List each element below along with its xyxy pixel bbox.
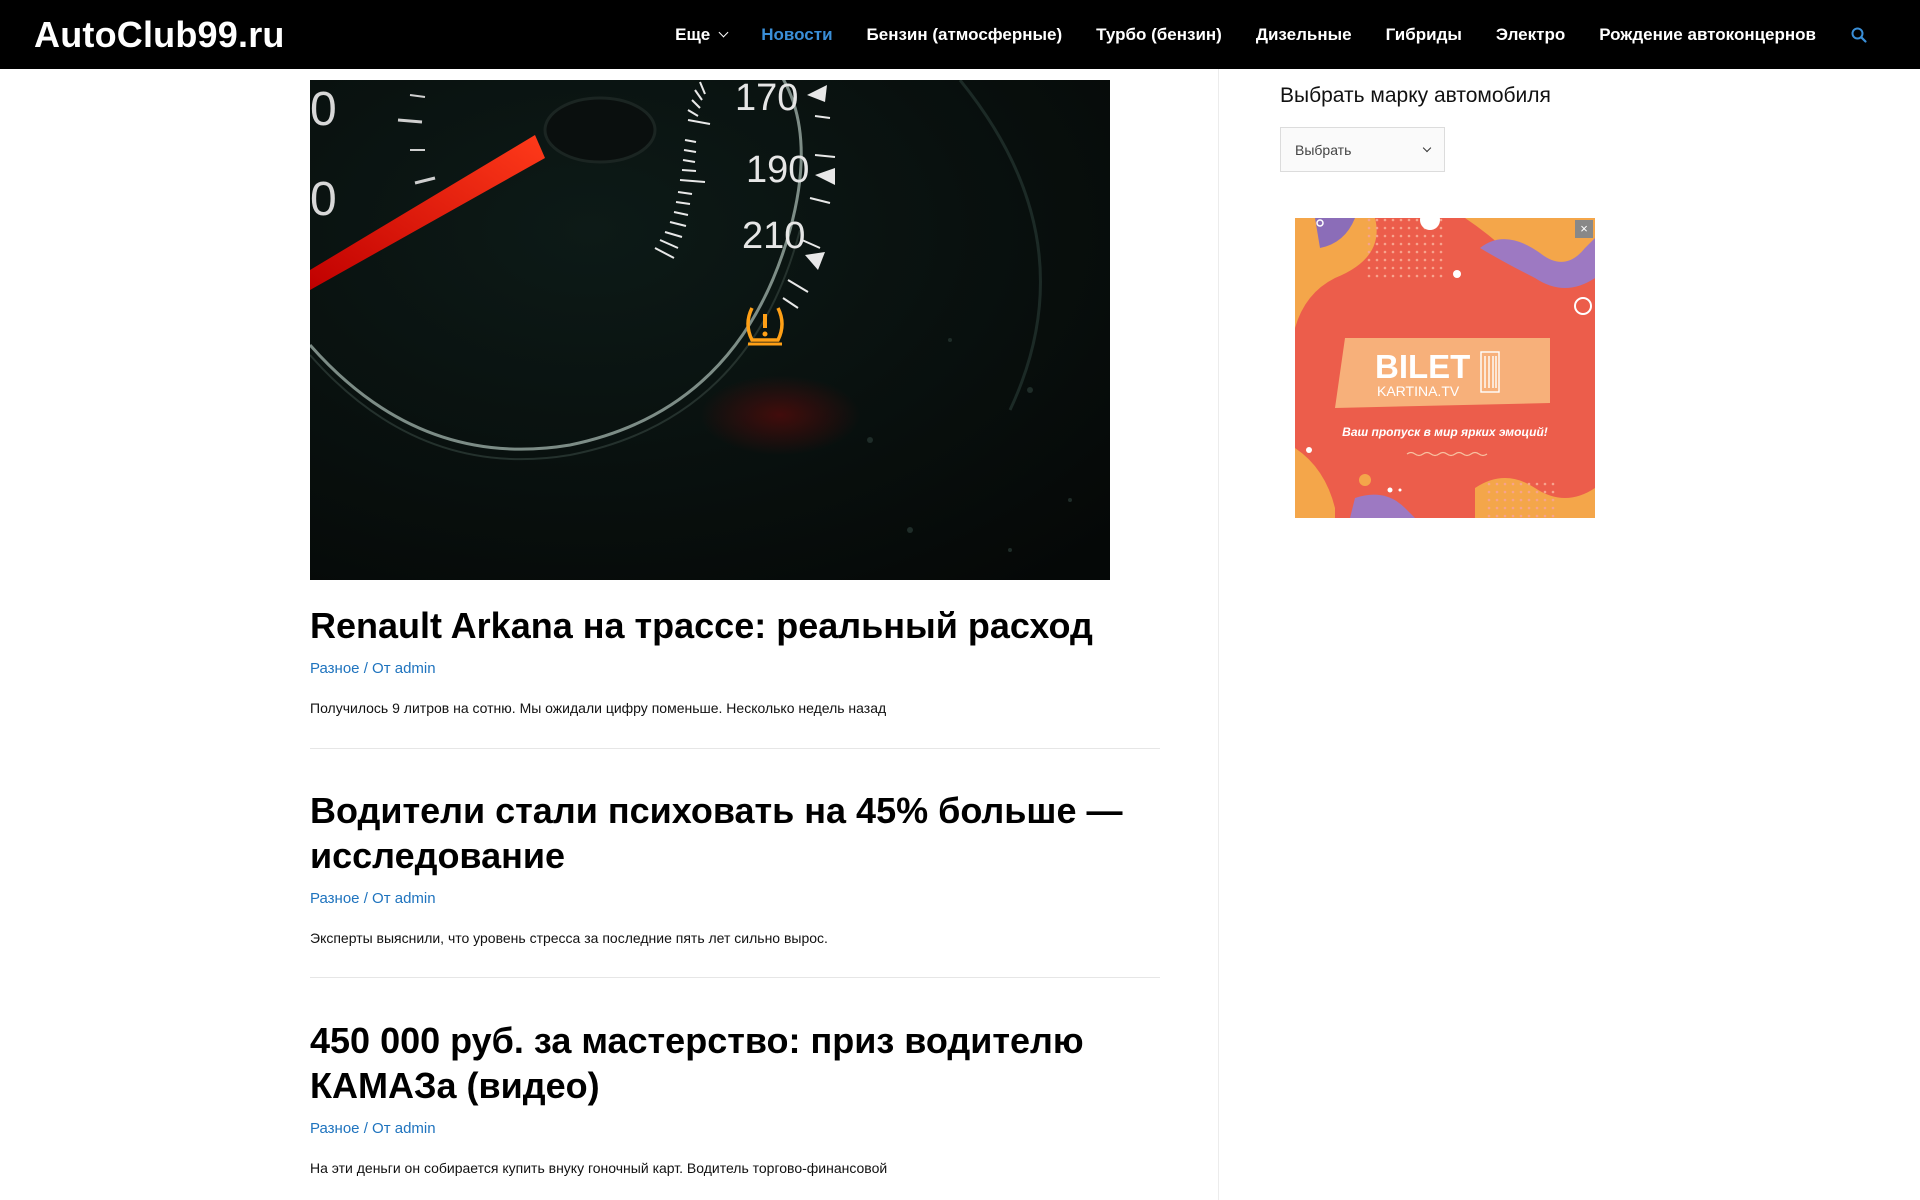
search-icon[interactable] [1850, 26, 1868, 44]
post-meta-separator: / От [359, 660, 395, 677]
nav-item-automakers[interactable]: Рождение автоконцернов [1599, 25, 1816, 45]
nav-item-turbo[interactable]: Турбо (бензин) [1096, 25, 1222, 45]
chevron-down-icon [1422, 143, 1432, 152]
post-category-link[interactable]: Разное [310, 890, 360, 907]
post-item: Водители стали психовать на 45% больше —… [310, 788, 1150, 947]
post-author-link[interactable]: admin [395, 890, 436, 907]
post-meta-separator: / От [359, 890, 395, 907]
hero-image-speedometer[interactable]: 0 0 170 190 210 [310, 80, 1110, 580]
nav-item-news[interactable]: Новости [761, 25, 832, 45]
post-excerpt: Эксперты выяснили, что уровень стресса з… [310, 930, 828, 946]
ad-tagline: Ваш пропуск в мир ярких эмоций! [1342, 425, 1548, 439]
ad-sub: KARTINA.TV [1377, 383, 1460, 399]
select-value: Выбрать [1295, 141, 1352, 158]
chevron-down-icon [718, 27, 729, 37]
sidebar: Выбрать марку автомобиля Выбрать [1280, 82, 1620, 172]
post-divider [310, 977, 1160, 978]
close-icon[interactable]: × [1575, 220, 1593, 238]
nav-item-label: Еще [675, 24, 711, 44]
site-header: AutoClub99.ru Еще Новости Бензин (атмосф… [0, 0, 1920, 69]
post-title[interactable]: Renault Arkana на трассе: реальный расхо… [310, 603, 1150, 648]
post-category-link[interactable]: Разное [310, 660, 360, 677]
gauge-label: 190 [746, 149, 809, 191]
nav-item-diesel[interactable]: Дизельные [1256, 25, 1352, 45]
post-meta-separator: / От [359, 1120, 395, 1137]
post-meta: Разное / От admin [310, 660, 1150, 678]
post-title[interactable]: 450 000 руб. за мастерство: приз водител… [310, 1018, 1150, 1108]
post-meta: Разное / От admin [310, 1120, 1150, 1138]
nav-item-petrol[interactable]: Бензин (атмосферные) [867, 25, 1063, 45]
main-nav: Еще Новости Бензин (атмосферные) Турбо (… [641, 0, 1868, 69]
car-brand-select[interactable]: Выбрать [1280, 127, 1445, 172]
nav-item-electric[interactable]: Электро [1496, 25, 1565, 45]
post-excerpt: Получилось 9 литров на сотню. Мы ожидали… [310, 700, 887, 716]
ad-banner[interactable]: BILET KARTINA.TV Ваш пропуск в мир ярких… [1295, 218, 1595, 518]
post-author-link[interactable]: admin [395, 660, 436, 677]
sidebar-separator [1218, 69, 1219, 1200]
svg-text:0: 0 [310, 83, 337, 136]
site-logo[interactable]: AutoClub99.ru [34, 12, 285, 58]
gauge-label: 170 [735, 80, 798, 119]
post-divider [310, 748, 1160, 749]
ad-banner-image: BILET KARTINA.TV Ваш пропуск в мир ярких… [1295, 218, 1595, 518]
post-title[interactable]: Водители стали психовать на 45% больше —… [310, 788, 1150, 878]
post-item: 450 000 руб. за мастерство: приз водител… [310, 1018, 1150, 1177]
post-meta: Разное / От admin [310, 890, 1150, 908]
post-author-link[interactable]: admin [395, 1120, 436, 1137]
post-excerpt: На эти деньги он собирается купить внуку… [310, 1160, 888, 1176]
widget-title: Выбрать марку автомобиля [1280, 84, 1551, 107]
main-content: 0 0 170 190 210 Renault Arkana на трассе… [310, 80, 1160, 1176]
svg-text:0: 0 [310, 173, 337, 226]
gauge-label: 210 [742, 215, 805, 257]
nav-item-hybrids[interactable]: Гибриды [1386, 25, 1462, 45]
nav-item-more[interactable]: Еще [675, 24, 729, 45]
post-category-link[interactable]: Разное [310, 1120, 360, 1137]
post-item: Renault Arkana на трассе: реальный расхо… [310, 603, 1150, 717]
ad-brand: BILET [1375, 348, 1470, 385]
